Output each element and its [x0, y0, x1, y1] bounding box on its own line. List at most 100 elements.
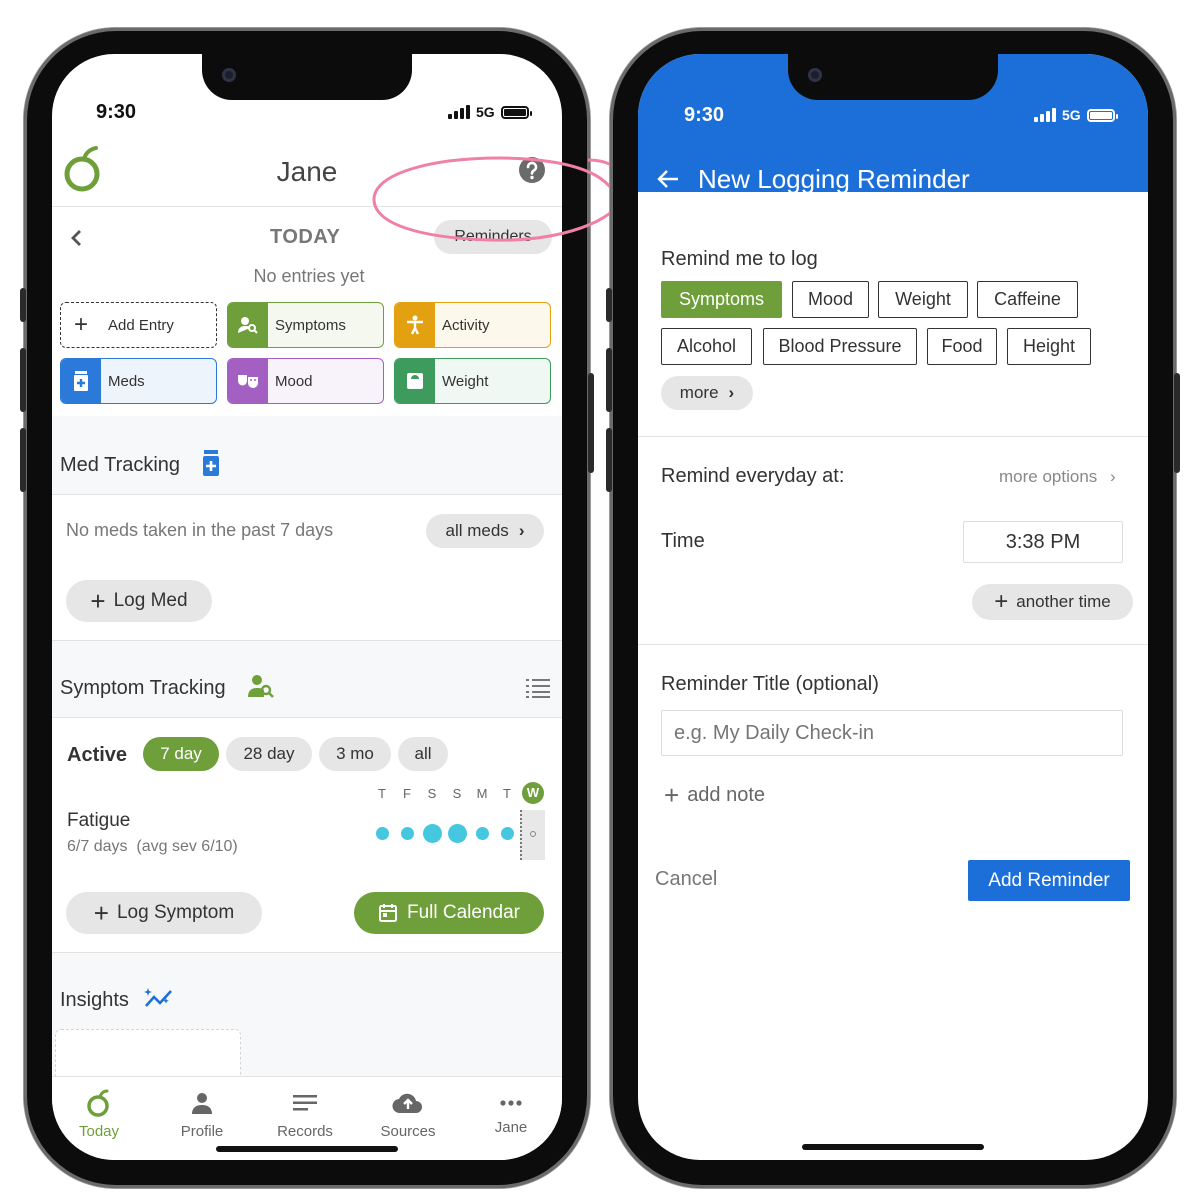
time-input[interactable]: 3:38 PM [963, 521, 1123, 563]
empty-dot [530, 831, 536, 837]
oval-leaf-icon [86, 1087, 112, 1119]
list-icon[interactable] [526, 678, 550, 698]
home-indicator [802, 1144, 984, 1150]
status-time: 9:30 [96, 101, 137, 123]
active-label: Active [67, 744, 128, 766]
add-entry-tile[interactable]: + Add Entry [60, 302, 217, 348]
symptom-tracking-title: Symptom Tracking [60, 677, 226, 699]
activity-tile[interactable]: Activity [394, 302, 551, 348]
today-label: TODAY [270, 226, 341, 248]
range-3-mo[interactable]: 3 mo [319, 737, 391, 771]
severity-dot [376, 827, 389, 840]
day-label: T [503, 786, 511, 801]
more-options-link[interactable]: more options › [999, 467, 1116, 487]
log-med-button[interactable]: + Log Med [66, 580, 212, 622]
phone-right: 9:30 5G New Logging Reminder Remind me t… [606, 28, 1180, 1188]
battery-icon [1086, 108, 1118, 122]
full-calendar-button[interactable]: Full Calendar [354, 892, 544, 934]
signal-icon [448, 105, 470, 119]
all-meds-button[interactable]: all meds › [426, 514, 544, 548]
person-standing-icon [395, 303, 435, 347]
category-symptoms[interactable]: Symptoms [661, 281, 782, 318]
screen-title: New Logging Reminder [698, 164, 970, 194]
plus-icon: + [93, 898, 109, 928]
nav-more[interactable]: Jane [466, 1087, 556, 1136]
category-alcohol[interactable]: Alcohol [661, 328, 752, 365]
mood-tile[interactable]: Mood [227, 358, 384, 404]
category-food[interactable]: Food [927, 328, 997, 365]
cancel-button[interactable]: Cancel [655, 868, 717, 891]
range-7-day[interactable]: 7 day [143, 737, 219, 771]
plus-icon: + [73, 311, 88, 338]
screen-right: 9:30 5G New Logging Reminder Remind me t… [638, 54, 1148, 1160]
symptom-detail: 6/7 days (avg sev 6/10) [67, 838, 238, 855]
calendar-icon [379, 904, 397, 922]
arrow-left-icon[interactable] [656, 168, 680, 190]
nav-today[interactable]: Today [54, 1087, 144, 1140]
day-label: S [427, 786, 437, 801]
time-label: Time [661, 530, 705, 552]
log-symptom-button[interactable]: + Log Symptom [66, 892, 262, 934]
add-note-button[interactable]: + add note [664, 782, 765, 808]
add-reminder-button[interactable]: Add Reminder [968, 860, 1130, 901]
severity-dot [423, 824, 442, 843]
remind-me-label: Remind me to log [661, 248, 818, 270]
battery-icon [500, 105, 532, 119]
range-all[interactable]: all [398, 737, 448, 771]
day-label: M [476, 786, 488, 801]
masks-icon [228, 359, 268, 403]
another-time-button[interactable]: + another time [972, 584, 1133, 620]
category-blood-pressure[interactable]: Blood Pressure [763, 328, 917, 365]
home-indicator [216, 1146, 398, 1152]
person-search-icon [228, 303, 268, 347]
medicine-bottle-icon [61, 359, 101, 403]
symptom-name[interactable]: Fatigue [67, 810, 130, 832]
empty-entries-text: No entries yet [253, 266, 365, 286]
today-day-badge: W [522, 782, 544, 804]
signal-icon [1034, 108, 1056, 122]
day-label: S [452, 786, 462, 801]
remind-everyday-label: Remind everyday at: [661, 465, 845, 487]
no-meds-text: No meds taken in the past 7 days [66, 520, 334, 540]
reminder-title-label: Reminder Title (optional) [661, 673, 879, 695]
chevron-left-icon[interactable] [70, 228, 84, 248]
nav-sources[interactable]: Sources [363, 1087, 453, 1140]
severity-dot [448, 824, 467, 843]
cloud-upload-icon [392, 1087, 424, 1119]
sparkle-chart-icon [144, 988, 172, 1007]
severity-dot [476, 827, 489, 840]
chevron-right-icon: › [728, 383, 735, 402]
meds-tile[interactable]: Meds [60, 358, 217, 404]
reminder-title-input[interactable] [661, 710, 1123, 756]
day-label: F [403, 786, 411, 801]
network-label: 5G [1062, 107, 1081, 123]
severity-dot [401, 827, 414, 840]
symptoms-tile[interactable]: Symptoms [227, 302, 384, 348]
plus-icon: + [90, 586, 106, 616]
chevron-right-icon: › [1110, 467, 1116, 486]
status-time: 9:30 [684, 104, 725, 126]
chevron-right-icon: › [518, 521, 525, 540]
category-mood[interactable]: Mood [792, 281, 869, 318]
category-weight[interactable]: Weight [878, 281, 968, 318]
insights-title: Insights [60, 989, 129, 1011]
range-28-day[interactable]: 28 day [226, 737, 312, 771]
highlight-circle [372, 156, 627, 242]
person-search-icon [248, 675, 274, 698]
day-label: T [378, 786, 386, 801]
weight-tile[interactable]: Weight [394, 358, 551, 404]
nav-records[interactable]: Records [260, 1087, 350, 1140]
more-dots-icon [500, 1087, 522, 1119]
scale-icon [395, 359, 435, 403]
more-categories-button[interactable]: more › [661, 376, 753, 410]
plus-icon: + [664, 780, 680, 810]
severity-dot [501, 827, 514, 840]
person-icon [190, 1087, 214, 1119]
network-label: 5G [476, 104, 495, 120]
category-height[interactable]: Height [1007, 328, 1091, 365]
plus-icon: + [994, 588, 1009, 615]
nav-profile[interactable]: Profile [157, 1087, 247, 1140]
category-caffeine[interactable]: Caffeine [977, 281, 1078, 318]
lines-icon [293, 1087, 317, 1119]
medicine-bottle-icon [203, 450, 219, 476]
